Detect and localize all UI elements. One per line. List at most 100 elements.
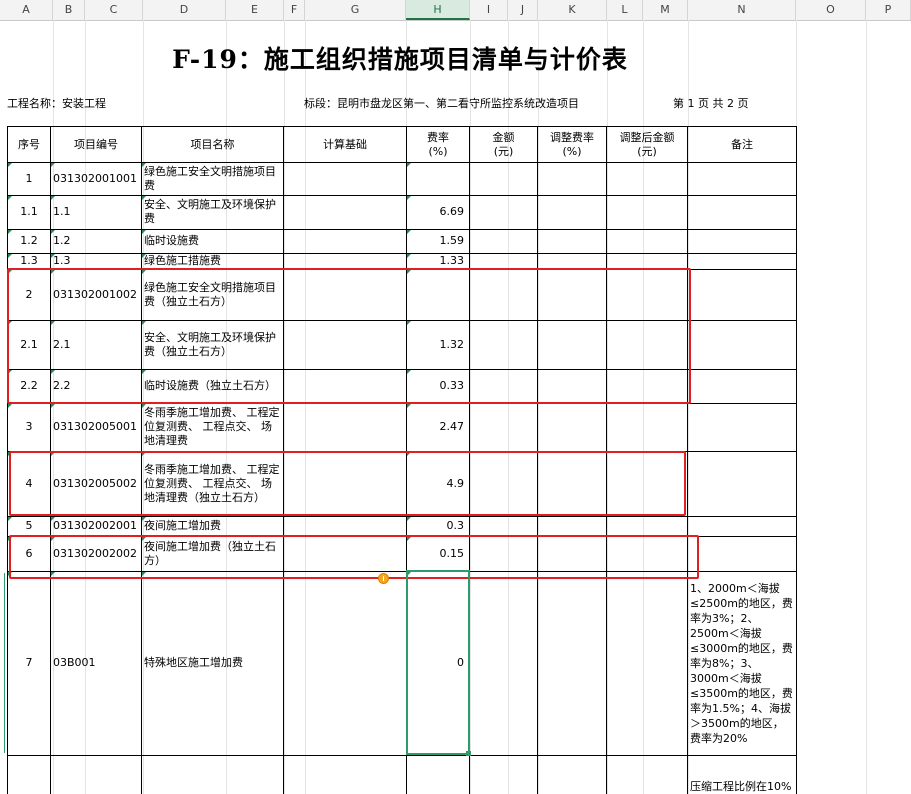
column-header-k[interactable]: K [538, 0, 607, 20]
error-indicator-icon[interactable] [378, 573, 389, 584]
cell-warning-marker [142, 254, 146, 258]
row-code[interactable]: 031302001001 [51, 162, 141, 195]
row-name[interactable] [142, 755, 283, 794]
column-header-g[interactable]: G [305, 0, 406, 20]
cell-warning-marker [407, 517, 411, 521]
selected-cell-H[interactable] [406, 570, 470, 755]
row-rate[interactable]: 0.3 [407, 516, 469, 536]
cell-warning-marker [51, 196, 55, 200]
row-remark[interactable] [688, 162, 796, 195]
row-remark[interactable] [688, 195, 796, 229]
column-header-o[interactable]: O [796, 0, 866, 20]
row-rate[interactable]: 1.33 [407, 253, 469, 269]
row-basis[interactable] [284, 516, 406, 536]
row-code[interactable]: 1.3 [51, 253, 141, 269]
row-name[interactable]: 绿色施工措施费 [142, 253, 283, 269]
row-code[interactable]: 031302005001 [51, 403, 141, 451]
header-rate[interactable]: 费率 (%) [407, 127, 469, 162]
row-remark[interactable] [688, 229, 796, 253]
row-remark[interactable] [688, 403, 796, 451]
row-code[interactable]: 031302002001 [51, 516, 141, 536]
row-name[interactable]: 安全、文明施工及环境保护费 [142, 195, 283, 229]
row-name[interactable]: 绿色施工安全文明措施项目费 [142, 162, 283, 195]
row-no[interactable]: 7 [8, 571, 50, 755]
column-header-l[interactable]: L [607, 0, 643, 20]
column-header-n[interactable]: N [688, 0, 796, 20]
column-header-h[interactable]: H [406, 0, 470, 20]
row-basis[interactable] [284, 229, 406, 253]
row-no[interactable]: 5 [8, 516, 50, 536]
row-no[interactable] [8, 755, 50, 794]
row-remark[interactable] [688, 253, 796, 269]
column-header-i[interactable]: I [470, 0, 508, 20]
cell-warning-marker [407, 196, 411, 200]
column-header-p[interactable]: P [866, 0, 911, 20]
row-rate[interactable]: 6.69 [407, 195, 469, 229]
row-rate[interactable] [407, 755, 469, 794]
column-header-d[interactable]: D [143, 0, 226, 20]
cell-warning-marker [8, 196, 12, 200]
cell-warning-marker [51, 230, 55, 234]
row-rate[interactable]: 2.47 [407, 403, 469, 451]
header-remark[interactable]: 备注 [688, 127, 796, 162]
row-basis[interactable] [284, 755, 406, 794]
row-remark[interactable] [688, 269, 796, 320]
column-header-b[interactable]: B [53, 0, 85, 20]
row-no[interactable]: 1.3 [8, 253, 50, 269]
header-adj-amount[interactable]: 调整后金额 (元) [607, 127, 687, 162]
row-code[interactable]: 1.1 [51, 195, 141, 229]
cell-warning-marker [51, 404, 55, 408]
fill-handle[interactable] [466, 751, 471, 756]
row-basis[interactable] [284, 253, 406, 269]
row-basis[interactable] [284, 162, 406, 195]
column-header-m[interactable]: M [643, 0, 688, 20]
row-rate[interactable]: 1.59 [407, 229, 469, 253]
column-header-e[interactable]: E [226, 0, 284, 20]
column-header-bar: ABCDEFGHIJKLMNOP [0, 0, 911, 21]
cell-warning-marker [51, 254, 55, 258]
row-no[interactable]: 1 [8, 162, 50, 195]
highlight-box-row4 [9, 451, 686, 516]
cell-warning-marker [142, 196, 146, 200]
row-remark[interactable]: 压缩工程比例在10% [688, 755, 796, 794]
header-no[interactable]: 序号 [8, 127, 50, 162]
column-header-a[interactable]: A [0, 0, 53, 20]
row-remark[interactable] [688, 369, 796, 403]
row-name[interactable]: 临时设施费 [142, 229, 283, 253]
cell-warning-marker [407, 230, 411, 234]
header-basis[interactable]: 计算基础 [284, 127, 406, 162]
row-name[interactable]: 夜间施工增加费 [142, 516, 283, 536]
column-header-c[interactable]: C [85, 0, 143, 20]
row-basis[interactable] [284, 403, 406, 451]
row-code[interactable] [51, 755, 141, 794]
cell-warning-marker [51, 163, 55, 167]
row-code[interactable]: 1.2 [51, 229, 141, 253]
column-header-j[interactable]: J [508, 0, 538, 20]
cell-warning-marker [142, 230, 146, 234]
section-label: 标段：昆明市盘龙区第一、第二看守所监控系统改造项目 [304, 97, 579, 110]
header-code[interactable]: 项目编号 [51, 127, 141, 162]
row-no[interactable]: 1.1 [8, 195, 50, 229]
cell-warning-marker [8, 254, 12, 258]
header-adj-rate[interactable]: 调整费率 (%) [538, 127, 606, 162]
row-remark[interactable] [688, 320, 796, 369]
cell-warning-marker [407, 163, 411, 167]
row-remark[interactable] [688, 451, 796, 516]
column-header-f[interactable]: F [284, 0, 305, 20]
row-remark[interactable] [688, 516, 796, 536]
row-name[interactable]: 特殊地区施工增加费 [142, 571, 283, 755]
row-code[interactable]: 03B001 [51, 571, 141, 755]
header-amount[interactable]: 金额 (元) [470, 127, 537, 162]
row-basis[interactable] [284, 195, 406, 229]
row-name[interactable]: 冬雨季施工增加费、 工程定位复测费、 工程点交、 场地清理费 [142, 403, 283, 451]
row-basis[interactable] [284, 571, 406, 755]
cell-warning-marker [8, 163, 12, 167]
row-no[interactable]: 3 [8, 403, 50, 451]
row-rate[interactable] [407, 162, 469, 195]
header-name[interactable]: 项目名称 [142, 127, 283, 162]
row-remark[interactable]: 1、2000m＜海拔≤2500m的地区，费率为3%；2、2500m＜海拔≤300… [688, 571, 796, 755]
row-remark[interactable] [688, 536, 796, 571]
selection-left-marker [4, 573, 5, 753]
row-no[interactable]: 1.2 [8, 229, 50, 253]
cell-warning-marker [51, 517, 55, 521]
